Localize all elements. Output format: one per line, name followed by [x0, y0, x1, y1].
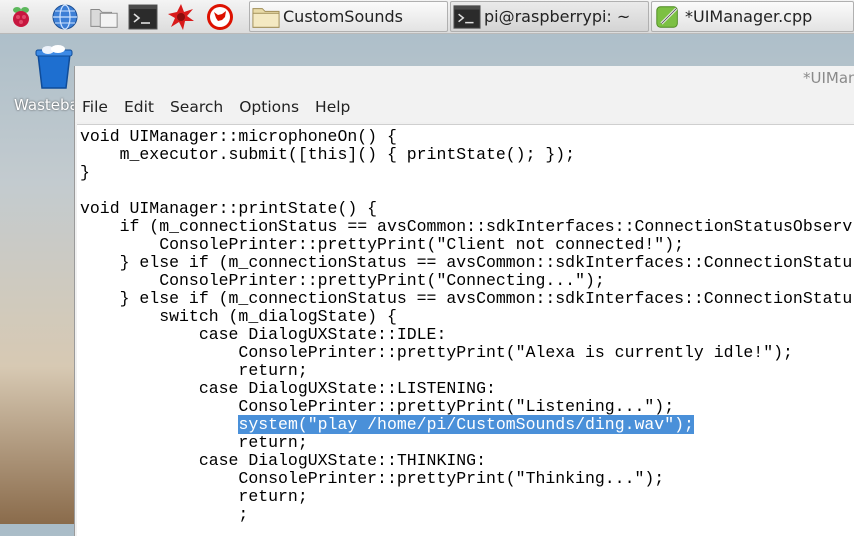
editor-window: *UIMan File Edit Search Options Help voi…: [74, 66, 854, 536]
task-label: *UIManager.cpp: [685, 7, 813, 26]
file-manager-icon[interactable]: [89, 2, 119, 32]
code-line[interactable]: return;: [80, 488, 854, 506]
code-line[interactable]: if (m_connectionStatus == avsCommon::sdk…: [80, 218, 854, 236]
title-bar[interactable]: *UIMan: [75, 66, 854, 92]
code-line[interactable]: case DialogUXState::IDLE:: [80, 326, 854, 344]
menu-file[interactable]: File: [75, 98, 116, 116]
code-line[interactable]: [80, 182, 854, 200]
code-editor[interactable]: void UIManager::microphoneOn() { m_execu…: [77, 124, 854, 536]
wastebasket-label: Wasteba: [14, 96, 79, 114]
window-title: *UIMan: [803, 69, 854, 87]
code-line[interactable]: return;: [80, 362, 854, 380]
menu-edit[interactable]: Edit: [116, 98, 162, 116]
menu-bar: File Edit Search Options Help: [75, 92, 854, 122]
code-line[interactable]: } else if (m_connectionStatus == avsComm…: [80, 290, 854, 308]
task-label: CustomSounds: [283, 7, 404, 26]
code-line[interactable]: void UIManager::printState() {: [80, 200, 854, 218]
text-editor-icon: [654, 3, 682, 31]
code-line[interactable]: ;: [80, 506, 854, 524]
code-line[interactable]: ConsolePrinter::prettyPrint("Alexa is cu…: [80, 344, 854, 362]
menu-help[interactable]: Help: [307, 98, 358, 116]
terminal-icon[interactable]: [128, 2, 158, 32]
code-line[interactable]: switch (m_dialogState) {: [80, 308, 854, 326]
task-uimanager[interactable]: *UIManager.cpp: [651, 1, 854, 32]
task-terminal[interactable]: pi@raspberrypi: ~: [450, 1, 649, 32]
web-browser-icon[interactable]: [50, 2, 80, 32]
terminal-icon: [453, 3, 481, 31]
task-label: pi@raspberrypi: ~: [484, 7, 631, 26]
code-line[interactable]: return;: [80, 434, 854, 452]
code-line[interactable]: ConsolePrinter::prettyPrint("Listening..…: [80, 398, 854, 416]
folder-icon: [252, 3, 280, 31]
menu-search[interactable]: Search: [162, 98, 231, 116]
wolfram-icon[interactable]: [205, 2, 235, 32]
code-line[interactable]: } else if (m_connectionStatus == avsComm…: [80, 254, 854, 272]
code-line[interactable]: void UIManager::microphoneOn() {: [80, 128, 854, 146]
code-line[interactable]: case DialogUXState::THINKING:: [80, 452, 854, 470]
code-line[interactable]: case DialogUXState::LISTENING:: [80, 380, 854, 398]
task-customsounds[interactable]: CustomSounds: [249, 1, 448, 32]
menu-options[interactable]: Options: [231, 98, 307, 116]
code-line[interactable]: ConsolePrinter::prettyPrint("Client not …: [80, 236, 854, 254]
code-content[interactable]: void UIManager::microphoneOn() { m_execu…: [77, 125, 854, 524]
math-icon[interactable]: [166, 2, 196, 32]
code-line-selected[interactable]: system("play /home/pi/CustomSounds/ding.…: [80, 415, 854, 434]
code-line[interactable]: }: [80, 164, 854, 182]
code-line[interactable]: ConsolePrinter::prettyPrint("Thinking...…: [80, 470, 854, 488]
taskbar: CustomSounds pi@raspberrypi: ~ *UIManage…: [0, 0, 854, 34]
code-line[interactable]: m_executor.submit([this]() { printState(…: [80, 146, 854, 164]
selected-text[interactable]: system("play /home/pi/CustomSounds/ding.…: [238, 415, 694, 434]
raspberry-menu-icon[interactable]: [6, 2, 36, 32]
code-line[interactable]: ConsolePrinter::prettyPrint("Connecting.…: [80, 272, 854, 290]
